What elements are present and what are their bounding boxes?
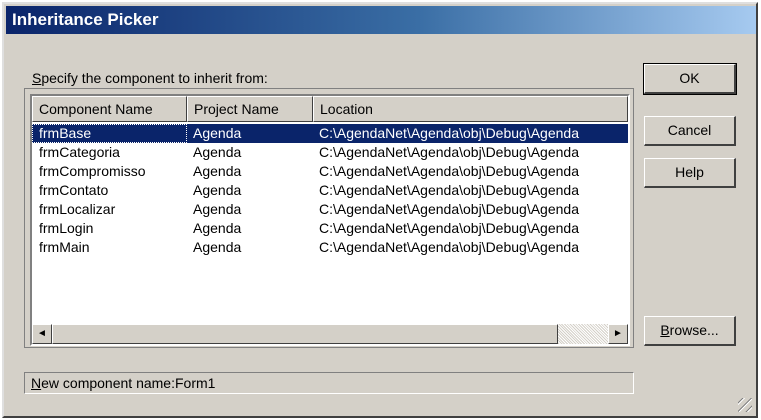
browse-button[interactable]: Browse...: [644, 316, 736, 346]
cell-component-name: frmMain: [39, 239, 90, 255]
inheritance-picker-dialog: Inheritance Picker Specify the component…: [2, 2, 758, 418]
resize-grip-icon[interactable]: [738, 398, 752, 412]
window-title: Inheritance Picker: [12, 10, 159, 29]
cell-location: C:\AgendaNet\Agenda\obj\Debug\Agenda: [319, 201, 579, 217]
list-row[interactable]: frmCompromisso Agenda C:\AgendaNet\Agend…: [32, 162, 628, 181]
list-rows: frmBase Agenda C:\AgendaNet\Agenda\obj\D…: [32, 124, 628, 257]
cell-component-name: frmLogin: [39, 220, 94, 236]
cancel-button[interactable]: Cancel: [644, 116, 736, 146]
prompt-label: Specify the component to inherit from:: [32, 70, 268, 86]
list-row[interactable]: frmCategoria Agenda C:\AgendaNet\Agenda\…: [32, 143, 628, 162]
status-text: ew component name:Form1: [41, 375, 216, 391]
title-bar[interactable]: Inheritance Picker: [6, 6, 756, 34]
cell-component-name: frmCompromisso: [39, 163, 146, 179]
component-list[interactable]: Component Name Project Name Location frm…: [30, 94, 630, 346]
column-header-location[interactable]: Location: [313, 96, 628, 122]
list-row[interactable]: frmLogin Agenda C:\AgendaNet\Agenda\obj\…: [32, 219, 628, 238]
cell-component-name: frmContato: [39, 182, 109, 198]
list-header: Component Name Project Name Location: [32, 96, 628, 122]
prompt-mnemonic: S: [32, 70, 42, 86]
cell-component-name: frmBase: [32, 124, 187, 143]
scroll-right-arrow-icon[interactable]: ►: [608, 324, 628, 344]
horizontal-scrollbar[interactable]: ◄ ►: [32, 324, 628, 344]
cell-project-name: Agenda: [193, 220, 242, 236]
ok-button[interactable]: OK: [643, 63, 737, 95]
list-row[interactable]: frmLocalizar Agenda C:\AgendaNet\Agenda\…: [32, 200, 628, 219]
cell-location: C:\AgendaNet\Agenda\obj\Debug\Agenda: [319, 125, 579, 141]
cell-location: C:\AgendaNet\Agenda\obj\Debug\Agenda: [319, 163, 579, 179]
cell-project-name: Agenda: [193, 125, 242, 141]
cell-project-name: Agenda: [193, 239, 242, 255]
cell-project-name: Agenda: [193, 163, 242, 179]
status-mnemonic: N: [31, 375, 42, 391]
cell-location: C:\AgendaNet\Agenda\obj\Debug\Agenda: [319, 182, 579, 198]
list-row[interactable]: frmBase Agenda C:\AgendaNet\Agenda\obj\D…: [32, 124, 628, 143]
browse-mnemonic: B: [660, 322, 670, 338]
cell-location: C:\AgendaNet\Agenda\obj\Debug\Agenda: [319, 239, 579, 255]
cell-component-name: frmLocalizar: [39, 201, 116, 217]
scroll-thumb[interactable]: [52, 324, 558, 344]
browse-label: rowse...: [669, 322, 719, 338]
help-button[interactable]: Help: [644, 158, 736, 188]
prompt-text: pecify the component to inherit from:: [41, 70, 268, 86]
column-header-project-name[interactable]: Project Name: [187, 96, 313, 122]
cell-component-name: frmCategoria: [39, 144, 120, 160]
new-component-name-status: New component name:Form1: [24, 372, 634, 394]
scroll-left-arrow-icon[interactable]: ◄: [32, 324, 52, 344]
cell-project-name: Agenda: [193, 182, 242, 198]
list-row[interactable]: frmContato Agenda C:\AgendaNet\Agenda\ob…: [32, 181, 628, 200]
column-header-component-name[interactable]: Component Name: [32, 96, 187, 122]
list-row[interactable]: frmMain Agenda C:\AgendaNet\Agenda\obj\D…: [32, 238, 628, 257]
cell-project-name: Agenda: [193, 144, 242, 160]
cell-project-name: Agenda: [193, 201, 242, 217]
cell-location: C:\AgendaNet\Agenda\obj\Debug\Agenda: [319, 220, 579, 236]
cell-location: C:\AgendaNet\Agenda\obj\Debug\Agenda: [319, 144, 579, 160]
